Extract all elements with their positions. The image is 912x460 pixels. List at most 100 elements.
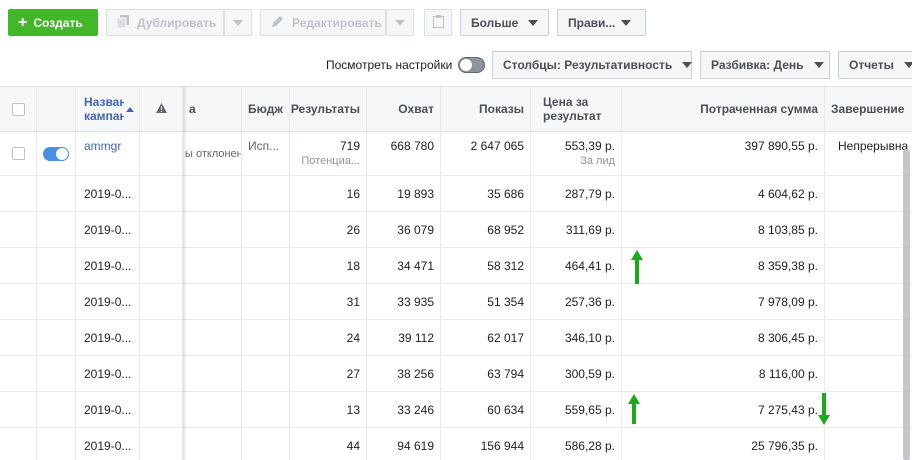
row-select-cell [0,320,37,355]
row-cost-cell: 559,65 р. [531,392,622,427]
row-results-value: 13 [346,402,360,417]
header-delivery[interactable]: а [183,87,242,131]
columns-dropdown[interactable]: Столбцы: Результативность [492,51,693,79]
row-delivery-cell [183,356,242,391]
row-results-value: 24 [346,330,360,345]
row-impressions-cell: 68 952 [441,212,531,247]
row-ends-cell [825,284,912,319]
row-cost-value: 586,28 р. [564,438,615,453]
toggle-column-header [37,87,76,131]
row-results-cell: 16 [290,176,367,211]
row-spent-value: 25 796,35 р. [751,438,818,453]
row-results-value: 18 [346,258,360,273]
more-button[interactable]: Больше [460,9,549,36]
header-campaign-name[interactable]: Назван кампан [76,87,140,131]
duplicate-icon [116,14,129,31]
reports-dropdown[interactable]: Отчеты [838,51,912,79]
view-settings-toggle[interactable] [458,57,485,73]
table-row[interactable]: 2019-0... 18 34 471 58 312 464,41 р. 8 359,38… [0,248,912,284]
main-toolbar: + Создать Дублировать Редактировать Боль… [0,0,912,46]
row-reach-value: 39 112 [398,330,434,345]
row-select-cell[interactable] [0,132,37,175]
row-spent-cell: 25 796,35 р. [622,428,825,460]
row-toggle-cell [37,356,76,391]
row-cost-value: 300,59 р. [564,366,615,381]
header-impressions[interactable]: Показы [441,87,531,131]
header-results-label: Результаты [290,102,360,116]
row-reach-cell: 36 079 [367,212,441,247]
row-reach-cell: 33 246 [367,392,441,427]
row-warning-cell [140,176,183,211]
table-row[interactable]: 2019-0... 27 38 256 63 794 300,59 р. 8 116,00… [0,356,912,392]
row-results-cell: 27 [290,356,367,391]
table-row[interactable]: 2019-0... 24 39 112 62 017 346,10 р. 8 306,45… [0,320,912,356]
campaign-results-value: 719 [339,138,360,153]
row-reach-cell: 33 935 [367,284,441,319]
campaign-name-cell[interactable]: ammgr [76,132,140,175]
row-date-value: 2019-0... [84,438,132,453]
table-row[interactable]: 2019-0... 13 33 246 60 634 559,65 р. 7 275,43… [0,392,912,428]
row-date-value: 2019-0... [84,330,132,345]
header-cost-per-result[interactable]: Цена за результат [531,87,622,131]
row-spent-cell: 8 116,00 р. [622,356,825,391]
row-reach-value: 19 893 [397,186,434,201]
row-date-cell: 2019-0... [76,284,140,319]
row-ends-cell [825,212,912,247]
create-button[interactable]: + Создать [8,9,98,36]
select-all-cell[interactable] [0,87,37,131]
header-delivery-warning[interactable] [140,87,183,131]
row-impressions-cell: 60 634 [441,392,531,427]
row-results-value: 31 [346,294,360,309]
header-reach-label: Охват [398,102,434,116]
row-delivery-cell [183,176,242,211]
duplicate-dropdown[interactable] [224,9,252,36]
up-arrow-icon [631,250,643,284]
row-warning-cell [140,284,183,319]
row-impressions-value: 60 634 [487,402,524,417]
row-date-value: 2019-0... [84,222,132,237]
row-checkbox[interactable] [11,147,25,160]
table-row[interactable]: 2019-0... 16 19 893 35 686 287,79 р. 4 604,62… [0,176,912,212]
caret-down-icon [528,19,539,26]
edit-dropdown[interactable] [386,9,414,36]
caret-down-icon [233,19,243,26]
campaign-name-link[interactable]: ammgr [84,139,121,153]
rules-button[interactable]: Прави... [557,9,646,36]
row-delivery-cell [183,392,242,427]
campaign-cost-cell: 553,39 р. За лид [531,132,622,175]
header-ends[interactable]: Завершение [825,87,912,131]
clipboard-button[interactable] [424,9,452,36]
campaign-toggle-cell[interactable] [37,132,76,175]
header-reach[interactable]: Охват [367,87,441,131]
select-all-checkbox[interactable] [11,102,25,116]
campaign-on-toggle[interactable] [43,146,69,161]
duplicate-label: Дублировать [137,15,217,30]
table-row[interactable]: 2019-0... 31 33 935 51 354 257,36 р. 7 978,09… [0,284,912,320]
toggle-knob [460,59,472,71]
edit-button[interactable]: Редактировать [260,9,386,36]
row-results-value: 44 [346,438,360,453]
row-impressions-value: 51 354 [487,294,524,309]
row-spent-cell: 8 103,85 р. [622,212,825,247]
header-amount-spent[interactable]: Потраченная сумма [622,87,825,131]
breakdown-dropdown[interactable]: Разбивка: День [700,51,830,79]
row-cost-value: 464,41 р. [564,258,615,273]
row-toggle-cell [37,392,76,427]
header-results[interactable]: Результаты [290,87,367,131]
row-spent-value: 7 978,09 р. [757,294,818,309]
vertical-scrollbar[interactable] [903,149,910,460]
duplicate-button[interactable]: Дублировать [106,9,224,36]
row-spent-value: 8 103,85 р. [757,222,818,237]
pencil-icon [271,15,284,31]
row-budget-cell [242,284,290,319]
table-row[interactable]: 2019-0... 26 36 079 68 952 311,69 р. 8 103,85… [0,212,912,248]
row-reach-cell: 19 893 [367,176,441,211]
table-row[interactable]: 2019-0... 44 94 619 156 944 586,28 р. 25 796,… [0,428,912,460]
down-arrow-icon [818,393,830,425]
row-budget-cell [242,392,290,427]
campaign-row[interactable]: ammgr ы отклонен Исп... 719 Потенциа... … [0,132,912,176]
row-cost-cell: 311,69 р. [531,212,622,247]
table-header: Назван кампан а Бюдж Результаты Охват По… [0,87,912,132]
header-budget[interactable]: Бюдж [242,87,290,131]
row-spent-value: 8 116,00 р. [758,366,818,381]
